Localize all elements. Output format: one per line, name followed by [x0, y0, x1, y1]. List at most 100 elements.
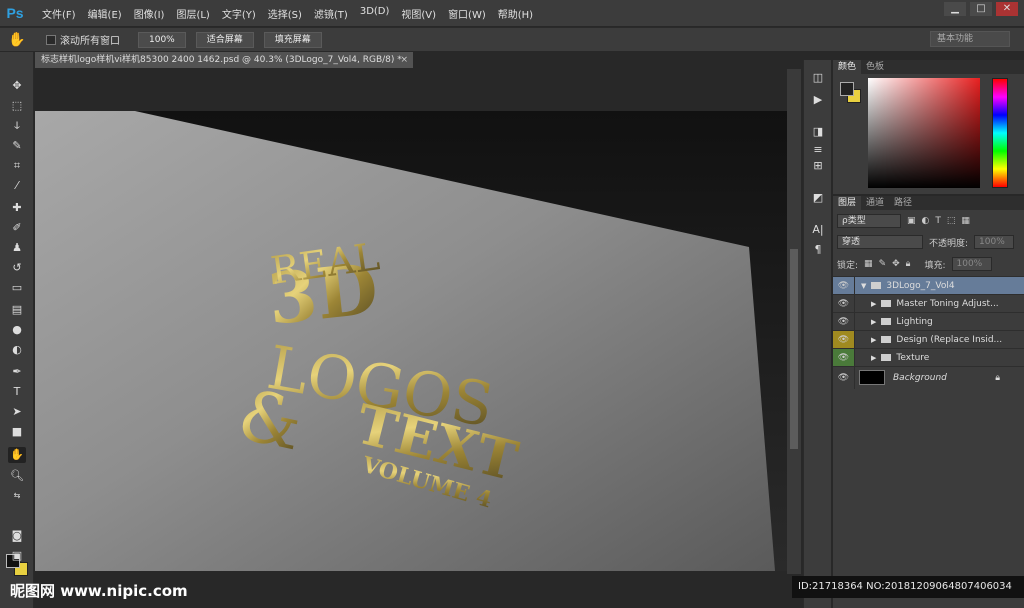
history-brush-tool-icon[interactable]: ↺ — [8, 260, 26, 276]
blend-row: 穿透 不透明度: 100% — [837, 234, 1015, 250]
layer-row[interactable]: 👁︎ ▶ Master Toning Adjust... — [833, 294, 1024, 313]
actions-panel-icon[interactable]: ▶ — [810, 92, 826, 108]
menu-filter[interactable]: 滤镜(T) — [308, 6, 354, 21]
layer-row[interactable]: 👁︎ ▶ Texture — [833, 348, 1024, 367]
swap-colors-icon[interactable]: ⇆ — [8, 488, 26, 504]
visibility-eye-icon[interactable]: 👁︎ — [833, 348, 855, 367]
eyedropper-tool-icon[interactable]: ⁄ — [8, 178, 26, 194]
layer-kind-filter[interactable]: ρ类型 — [837, 214, 901, 228]
filter-smart-icon[interactable]: ▦ — [961, 216, 970, 226]
marquee-tool-icon[interactable]: ⬚ — [8, 98, 26, 114]
filter-adjustment-icon[interactable]: ◐ — [922, 216, 930, 226]
expand-chevron-icon[interactable]: ▶ — [871, 318, 876, 326]
canvas-scrollbar[interactable] — [787, 69, 801, 574]
minimize-button[interactable]: ▁ — [944, 2, 966, 16]
adjustments-panel-icon[interactable]: ◨ — [810, 124, 826, 140]
lock-pixels-icon[interactable]: ✎ — [879, 259, 887, 269]
brush-panel-icon[interactable]: ◩ — [810, 190, 826, 206]
tab-swatches[interactable]: 色板 — [861, 60, 889, 74]
zoom-100-button[interactable]: 100% — [138, 31, 186, 48]
menu-3d[interactable]: 3D(D) — [354, 6, 396, 21]
visibility-eye-icon[interactable]: 👁︎ — [833, 294, 855, 313]
crop-tool-icon[interactable]: ⌗ — [8, 158, 26, 174]
path-select-tool-icon[interactable]: ➤ — [8, 404, 26, 420]
layer-row[interactable]: 👁︎ Background 🔒︎ — [833, 366, 1024, 389]
lock-all-icon[interactable]: 🔒︎ — [906, 259, 911, 269]
workspace-select[interactable]: 基本功能 — [930, 31, 1010, 47]
tab-paths[interactable]: 路径 — [889, 196, 917, 210]
menu-type[interactable]: 文字(Y) — [216, 6, 262, 21]
menu-help[interactable]: 帮助(H) — [492, 6, 539, 21]
expand-chevron-icon[interactable]: ▶ — [871, 300, 876, 308]
screen-mode-icon[interactable]: ▣ — [8, 548, 26, 564]
gradient-tool-icon[interactable]: ▤ — [8, 302, 26, 318]
photoshop-logo-icon[interactable]: Ps — [0, 5, 30, 21]
rectangle-tool-icon[interactable]: ■ — [8, 424, 26, 440]
tab-color[interactable]: 颜色 — [833, 60, 862, 74]
properties-panel-icon[interactable]: ≡ — [810, 142, 826, 158]
menu-select[interactable]: 选择(S) — [262, 6, 308, 21]
lock-row: 锁定: ▦ ✎ ✥ 🔒︎ 填充: 100% — [837, 256, 992, 272]
lock-icon: 🔒︎ — [995, 372, 1000, 383]
close-document-icon[interactable]: × — [400, 52, 408, 68]
quick-mask-icon[interactable]: ◙ — [8, 528, 26, 544]
filter-shape-icon[interactable]: ⬚ — [947, 216, 956, 226]
document-canvas[interactable]: 3D REAL LOGOS & TEXT VOLUME 4 — [35, 69, 801, 608]
scrollbar-thumb[interactable] — [790, 249, 798, 449]
menu-file[interactable]: 文件(F) — [36, 6, 82, 21]
scroll-all-windows-checkbox[interactable] — [46, 34, 56, 45]
lasso-tool-icon[interactable]: ↆ — [8, 118, 26, 134]
zoom-tool-icon[interactable]: 🔍︎ — [8, 468, 26, 484]
color-spectrum[interactable] — [868, 78, 980, 188]
menu-edit[interactable]: 编辑(E) — [82, 6, 128, 21]
expand-chevron-icon[interactable]: ▶ — [871, 354, 876, 362]
tab-layers[interactable]: 图层 — [833, 196, 862, 210]
stamp-tool-icon[interactable]: ♟ — [8, 240, 26, 256]
quick-select-tool-icon[interactable]: ✎ — [8, 138, 26, 154]
pen-tool-icon[interactable]: ✒ — [8, 364, 26, 380]
layer-row[interactable]: 👁︎ ▶ Lighting — [833, 312, 1024, 331]
blur-tool-icon[interactable]: ● — [8, 322, 26, 338]
menu-layer[interactable]: 图层(L) — [170, 6, 215, 21]
visibility-eye-icon[interactable]: 👁︎ — [833, 276, 855, 295]
expand-chevron-icon[interactable]: ▶ — [871, 336, 876, 344]
paragraph-panel-icon[interactable]: ¶ — [810, 242, 826, 258]
fill-input[interactable]: 100% — [951, 257, 992, 271]
tab-channels[interactable]: 通道 — [861, 196, 889, 210]
visibility-eye-icon[interactable]: 👁︎ — [833, 330, 855, 349]
blend-mode-select[interactable]: 穿透 — [837, 235, 923, 249]
move-tool-icon[interactable]: ✥ — [8, 78, 26, 94]
brush-tool-icon[interactable]: ✐ — [8, 220, 26, 236]
lock-transparent-icon[interactable]: ▦ — [864, 259, 873, 269]
healing-brush-tool-icon[interactable]: ✚ — [8, 200, 26, 216]
fill-screen-button[interactable]: 填充屏幕 — [263, 31, 322, 48]
eraser-tool-icon[interactable]: ▭ — [8, 280, 26, 296]
hand-tool-icon[interactable]: ✋ — [8, 447, 26, 463]
maximize-button[interactable]: □ — [970, 2, 992, 16]
panel-foreground-color[interactable] — [840, 82, 854, 96]
lock-position-icon[interactable]: ✥ — [892, 259, 900, 269]
mockup-image: 3D REAL LOGOS & TEXT VOLUME 4 — [35, 69, 801, 608]
type-tool-icon[interactable]: T — [8, 384, 26, 400]
menu-view[interactable]: 视图(V) — [395, 6, 442, 21]
layer-name: Master Toning Adjust... — [896, 298, 999, 309]
expand-chevron-icon[interactable]: ▼ — [861, 282, 866, 290]
close-button[interactable]: ✕ — [996, 2, 1018, 16]
document-tab[interactable]: 标志样机logo样机vi样机85300 2400 1462.psd @ 40.3… — [35, 52, 413, 68]
character-panel-icon[interactable]: A| — [810, 222, 826, 238]
layer-row[interactable]: 👁︎ ▼ 3DLogo_7_Vol4 — [833, 276, 1024, 295]
hand-tool-preset-icon[interactable]: ✋ — [0, 32, 34, 48]
opacity-input[interactable]: 100% — [974, 235, 1015, 249]
menu-image[interactable]: 图像(I) — [128, 6, 171, 21]
history-panel-icon[interactable]: ◫ — [810, 70, 826, 86]
dodge-tool-icon[interactable]: ◐ — [8, 342, 26, 358]
fit-screen-button[interactable]: 适合屏幕 — [195, 31, 254, 48]
filter-pixel-icon[interactable]: ▣ — [907, 216, 916, 226]
info-panel-icon[interactable]: ⊞ — [810, 158, 826, 174]
hue-slider[interactable] — [992, 78, 1008, 188]
filter-type-icon[interactable]: T — [935, 216, 941, 226]
visibility-eye-icon[interactable]: 👁︎ — [833, 366, 855, 389]
menu-window[interactable]: 窗口(W) — [442, 6, 492, 21]
visibility-eye-icon[interactable]: 👁︎ — [833, 312, 855, 331]
layer-row[interactable]: 👁︎ ▶ Design (Replace Insid... — [833, 330, 1024, 349]
